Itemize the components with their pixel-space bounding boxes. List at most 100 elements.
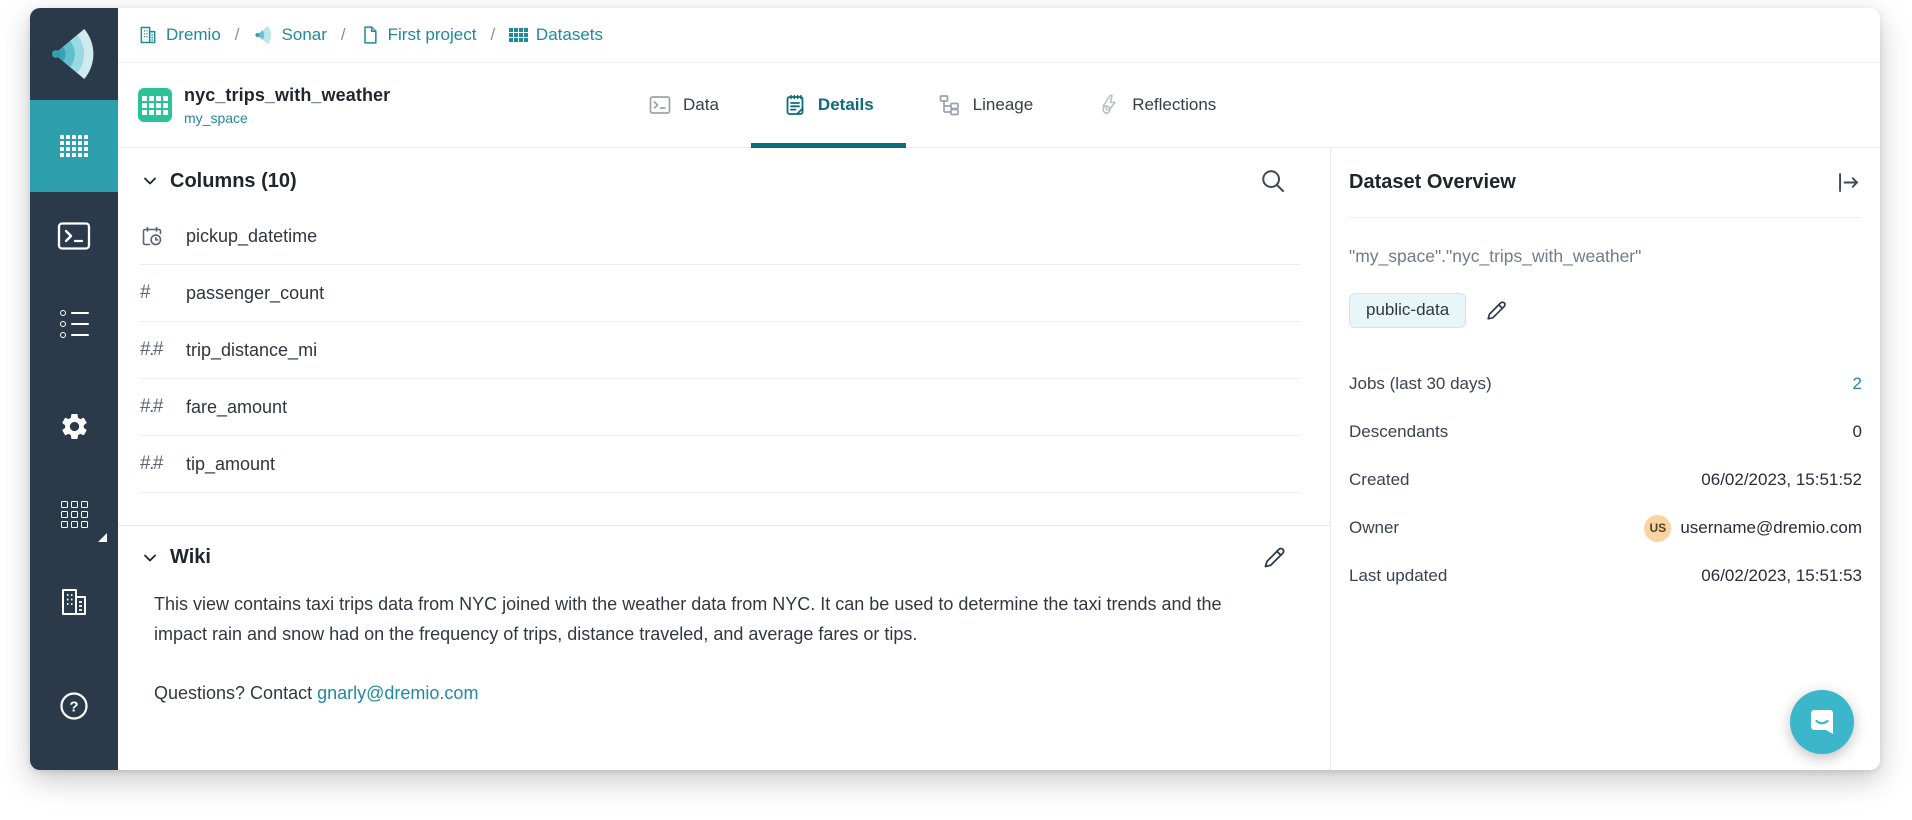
jobs-count-link[interactable]: 2: [1853, 374, 1862, 394]
overview-panel-title: Dataset Overview: [1349, 171, 1516, 193]
info-value: 06/02/2023, 15:51:52: [1701, 470, 1862, 489]
tab-data[interactable]: Data: [616, 63, 751, 147]
column-row[interactable]: pickup_datetime: [140, 208, 1300, 265]
sidebar-item-sql-runner[interactable]: [30, 192, 118, 280]
info-row-jobs: Jobs (last 30 days) 2: [1349, 360, 1862, 408]
datasets-grid-icon: [60, 135, 88, 157]
reflections-bolt-icon: [1097, 93, 1121, 117]
overview-info-list: Jobs (last 30 days) 2 Descendants 0 Crea…: [1349, 360, 1862, 600]
breadcrumb-item-sonar[interactable]: Sonar: [254, 25, 327, 45]
column-row[interactable]: #.# trip_distance_mi: [140, 322, 1300, 379]
dataset-tabs: Data Details Lineage Reflections: [616, 63, 1248, 148]
dataset-space-link[interactable]: my_space: [184, 110, 390, 126]
page-title: nyc_trips_with_weather: [184, 84, 391, 105]
info-value: 0: [1852, 422, 1862, 441]
wiki-section: Wiki This view contains taxi trips data …: [118, 525, 1330, 704]
columns-list: pickup_datetime # passenger_count #.# tr…: [118, 208, 1330, 493]
sidebar-item-organization[interactable]: [30, 558, 118, 646]
sidebar-item-apps[interactable]: [30, 470, 118, 558]
jobs-list-icon: [59, 310, 89, 338]
apps-grid-icon: [60, 500, 88, 528]
active-tab-underline: [750, 143, 906, 148]
info-row-last-updated: Last updated 06/02/2023, 15:51:53: [1349, 552, 1862, 600]
project-file-icon: [360, 25, 380, 45]
chat-launcher-button[interactable]: [1790, 690, 1854, 754]
column-name: tip_amount: [186, 453, 276, 474]
dataset-table-icon: [138, 88, 172, 122]
tab-reflections[interactable]: Reflections: [1065, 63, 1248, 147]
integer-type-icon: #: [140, 282, 151, 303]
breadcrumb-label: First project: [387, 25, 477, 44]
wiki-contact-email-link[interactable]: gnarly@dremio.com: [317, 683, 478, 703]
info-row-owner: Owner US username@dremio.com: [1349, 504, 1862, 552]
info-row-created: Created 06/02/2023, 15:51:52: [1349, 456, 1862, 504]
sidebar-item-jobs[interactable]: [30, 280, 118, 368]
notepad-icon: [783, 93, 807, 117]
column-row[interactable]: #.# fare_amount: [140, 379, 1300, 436]
wiki-contact-line: Questions? Contact gnarly@dremio.com: [154, 683, 1288, 704]
breadcrumb-item-first-project[interactable]: First project: [360, 25, 477, 45]
info-label: Last updated: [1349, 566, 1448, 585]
breadcrumb-item-datasets[interactable]: Datasets: [509, 25, 603, 45]
edit-pencil-icon[interactable]: [1261, 544, 1288, 571]
collapse-panel-icon[interactable]: [1835, 169, 1862, 196]
tab-label: Reflections: [1132, 95, 1217, 114]
tab-label: Lineage: [972, 95, 1034, 114]
settings-gear-icon: [59, 411, 90, 442]
float-type-icon: #.#: [140, 453, 163, 474]
flyout-corner-icon: [98, 533, 107, 542]
organization-building-icon: [58, 586, 90, 618]
column-row[interactable]: #.# tip_amount: [140, 436, 1300, 493]
breadcrumb-separator: /: [234, 25, 240, 44]
dataset-header: nyc_trips_with_weather my_space Data Det…: [118, 63, 1880, 148]
breadcrumb-item-dremio[interactable]: Dremio: [138, 25, 221, 45]
tab-lineage[interactable]: Lineage: [906, 63, 1066, 147]
columns-section-header: Columns (10): [118, 148, 1330, 208]
float-type-icon: #.#: [140, 339, 163, 360]
avatar: US: [1644, 514, 1672, 542]
tab-label: Details: [817, 95, 874, 114]
sidebar-item-help[interactable]: ?: [30, 662, 118, 750]
wiki-section-header: Wiki: [118, 526, 1330, 583]
breadcrumb-separator: /: [340, 25, 346, 44]
column-name: pickup_datetime: [186, 225, 318, 246]
chevron-down-icon[interactable]: [140, 171, 160, 191]
breadcrumb-label: Sonar: [281, 25, 327, 44]
lineage-graph-icon: [938, 93, 962, 117]
column-row[interactable]: # passenger_count: [140, 265, 1300, 322]
breadcrumb: Dremio / Sonar / First project / Dataset…: [118, 8, 1880, 63]
dremio-app-window: ? Dremio / Sonar / First project / Datas…: [30, 8, 1880, 770]
wiki-paragraph: This view contains taxi trips data from …: [154, 594, 1222, 644]
chevron-down-icon[interactable]: [140, 548, 160, 568]
sidebar-item-datasets[interactable]: [30, 100, 118, 192]
edit-pencil-icon[interactable]: [1484, 298, 1509, 323]
dataset-qualified-name: "my_space"."nyc_trips_with_weather": [1349, 246, 1642, 266]
column-name: fare_amount: [186, 396, 288, 417]
sidebar-item-home-logo[interactable]: [30, 8, 118, 100]
chat-bubble-icon: [1805, 705, 1839, 739]
info-label: Owner: [1349, 518, 1400, 537]
info-row-descendants: Descendants 0: [1349, 408, 1862, 456]
datetime-type-icon: [140, 224, 174, 248]
breadcrumb-separator: /: [490, 25, 496, 44]
dataset-overview-panel: Dataset Overview "my_space"."nyc_trips_w…: [1330, 148, 1880, 770]
sidebar-nav: ?: [30, 8, 118, 770]
columns-section-title: Columns (10): [170, 169, 297, 192]
svg-text:?: ?: [69, 699, 78, 716]
info-label: Descendants: [1349, 422, 1449, 441]
wiki-contact-prefix: Questions? Contact: [154, 683, 313, 703]
info-label: Jobs (last 30 days): [1349, 374, 1492, 393]
info-value: 06/02/2023, 15:51:53: [1701, 566, 1862, 585]
search-icon[interactable]: [1258, 166, 1288, 196]
sonar-logo-icon: [47, 26, 101, 82]
float-type-icon: #.#: [140, 396, 163, 417]
sidebar-item-settings[interactable]: [30, 382, 118, 470]
sql-terminal-icon: [648, 93, 672, 117]
tag-chip[interactable]: public-data: [1349, 293, 1467, 328]
tab-details[interactable]: Details: [750, 63, 906, 148]
owner-email: username@dremio.com: [1680, 518, 1862, 537]
screenshot-stage: ? Dremio / Sonar / First project / Datas…: [0, 0, 1912, 820]
breadcrumb-label: Datasets: [535, 25, 604, 44]
help-icon: ?: [58, 690, 90, 722]
wiki-section-title: Wiki: [170, 546, 211, 568]
